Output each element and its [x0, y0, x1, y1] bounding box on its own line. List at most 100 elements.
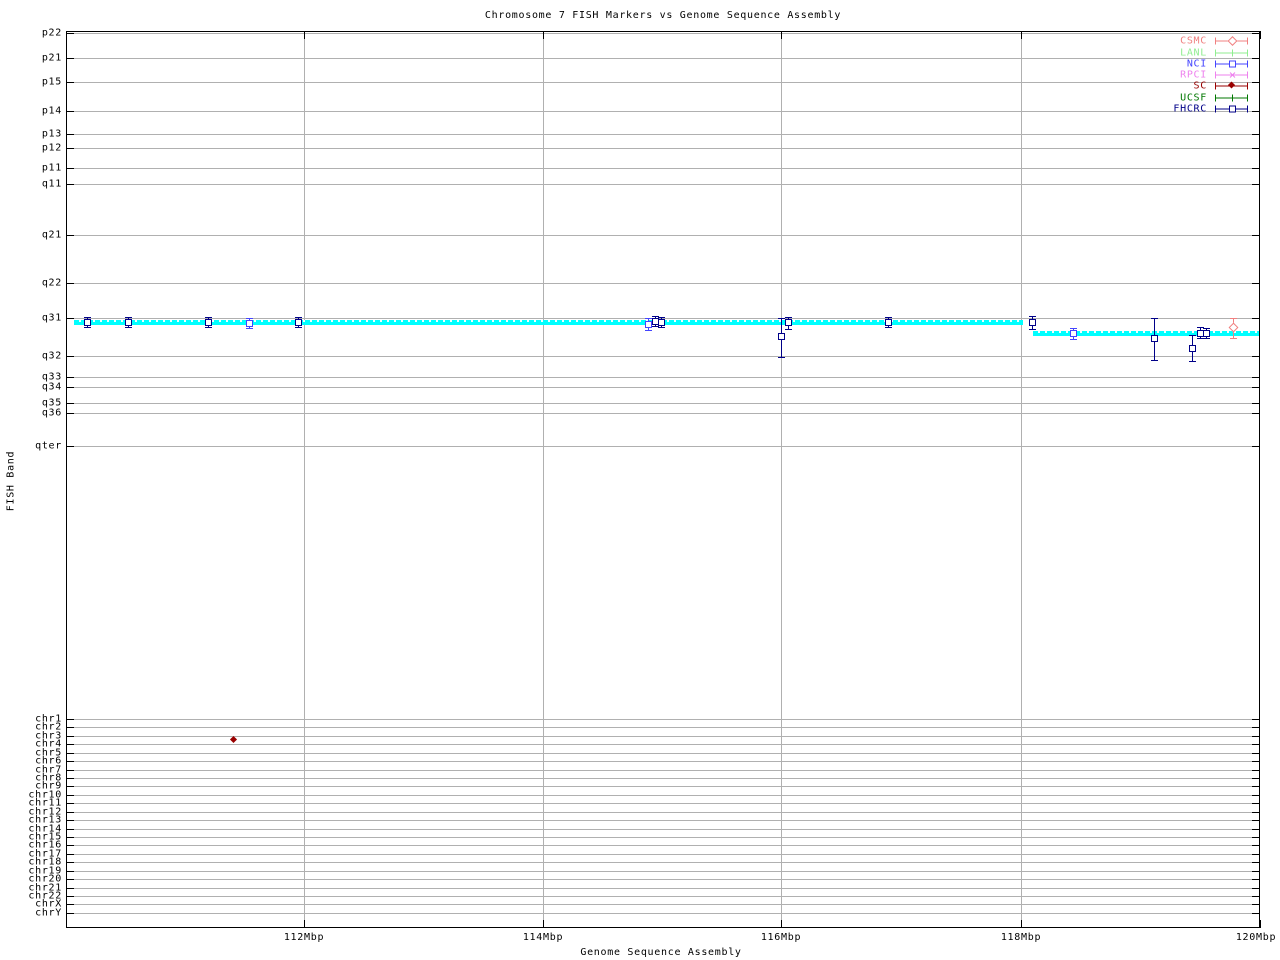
error-bar-cap: [1070, 339, 1077, 340]
x-tick-label: 114Mbp: [522, 932, 564, 943]
x-axis-title: Genome Sequence Assembly: [580, 947, 742, 958]
legend-sample-ucsf: [1215, 94, 1248, 103]
legend-sample-cap: [1215, 37, 1216, 45]
error-bar-cap: [885, 327, 892, 328]
fhcrc-marker-icon: [125, 319, 132, 326]
lanl-legend-marker-icon: [1229, 49, 1236, 57]
y-band-label: q32: [41, 350, 62, 362]
y-band-label: p13: [41, 128, 62, 140]
legend-sample-cap: [1247, 105, 1248, 113]
fhcrc-marker-icon: [205, 319, 212, 326]
legend-sample-cap: [1247, 49, 1248, 57]
legend-sample-cap: [1215, 94, 1216, 102]
legend-sample-cap: [1247, 82, 1248, 90]
nci-marker-icon: [645, 321, 652, 328]
legend-label-sc: SC: [1193, 80, 1207, 92]
error-bar-cap: [84, 327, 91, 328]
fhcrc-marker-icon: [658, 319, 665, 326]
error-bar-cap: [125, 317, 132, 318]
legend-sample-cap: [1215, 71, 1216, 79]
legend-sample-fhcrc: [1215, 105, 1248, 114]
legend-label-lanl: LANL: [1180, 47, 1207, 59]
error-bar-cap: [778, 357, 785, 358]
error-bar-cap: [1230, 338, 1237, 339]
error-bar-cap: [84, 317, 91, 318]
error-bar-cap: [785, 317, 792, 318]
fish-marker-chart: Chromosome 7 FISH Markers vs Genome Sequ…: [0, 0, 1280, 960]
error-bar-cap: [1189, 361, 1196, 362]
legend-sample-rpci: [1215, 71, 1248, 80]
error-bar-cap: [1151, 318, 1158, 319]
legend-sample-csmc: [1215, 36, 1248, 46]
fhcrc-marker-icon: [1189, 345, 1196, 352]
x-tick-label: 118Mbp: [1000, 932, 1042, 943]
x-tick-label: 120Mbp: [1235, 932, 1277, 943]
fhcrc-marker-icon: [1151, 335, 1158, 342]
error-bar-cap: [785, 329, 792, 330]
fhcrc-legend-marker-icon: [1229, 105, 1236, 113]
legend-label-rpci: RPCI: [1180, 69, 1207, 81]
error-bar-cap: [295, 317, 302, 318]
legend-sample-nci: [1215, 60, 1248, 69]
fhcrc-marker-icon: [84, 319, 91, 326]
legend-label-fhcrc: FHCRC: [1173, 103, 1207, 115]
y-band-label: q36: [41, 407, 62, 419]
error-bar-cap: [246, 318, 253, 319]
y-band-label: q11: [41, 178, 62, 190]
legend-label-nci: NCI: [1186, 58, 1207, 70]
legend-sample-sc: [1215, 81, 1248, 91]
fhcrc-marker-icon: [785, 319, 792, 326]
y-band-label: p11: [41, 162, 62, 174]
fhcrc-marker-icon: [885, 319, 892, 326]
error-bar-cap: [1230, 318, 1237, 319]
error-bar-cap: [125, 327, 132, 328]
legend-sample-cap: [1247, 71, 1248, 79]
legend-sample-cap: [1215, 60, 1216, 68]
plot-border: [66, 31, 1260, 928]
nci-marker-icon: [246, 320, 253, 327]
error-bar-cap: [778, 318, 785, 319]
sc-legend-marker-icon: [1227, 81, 1236, 89]
legend-sample-cap: [1215, 49, 1216, 57]
error-bar-cap: [1189, 335, 1196, 336]
fhcrc-marker-icon: [295, 319, 302, 326]
fhcrc-marker-icon: [1203, 330, 1210, 337]
x-tick-top: [1260, 31, 1261, 39]
legend-sample-cap: [1247, 94, 1248, 102]
error-bar-cap: [885, 317, 892, 318]
error-bar-cap: [1203, 328, 1210, 329]
error-bar-cap: [645, 318, 652, 319]
fhcrc-marker-icon: [778, 333, 785, 340]
y-band-label: q22: [41, 277, 62, 289]
error-bar-cap: [645, 330, 652, 331]
error-bar-cap: [205, 327, 212, 328]
legend-label-ucsf: UCSF: [1180, 92, 1207, 104]
y-band-label: q31: [41, 312, 62, 324]
chart-title: Chromosome 7 FISH Markers vs Genome Sequ…: [484, 10, 842, 21]
legend-label-csmc: CSMC: [1180, 35, 1207, 47]
ucsf-legend-marker-icon: [1229, 94, 1236, 102]
legend-sample-lanl: [1215, 49, 1248, 58]
y-band-label: p12: [41, 142, 62, 154]
error-bar-cap: [1151, 360, 1158, 361]
error-bar-cap: [246, 328, 253, 329]
x-tick-label: 116Mbp: [760, 932, 802, 943]
y-band-label: q21: [41, 229, 62, 241]
error-bar-cap: [658, 327, 665, 328]
x-tick-bottom: [1260, 920, 1261, 928]
x-tick-label: 112Mbp: [283, 932, 325, 943]
y-axis-title: FISH Band: [5, 450, 17, 512]
legend-sample-cap: [1247, 37, 1248, 45]
legend-sample-cap: [1247, 60, 1248, 68]
y-band-label: chrY: [35, 907, 62, 919]
y-band-label: q34: [41, 381, 62, 393]
error-bar-cap: [295, 327, 302, 328]
rpci-legend-marker-icon: [1228, 70, 1238, 80]
error-bar-cap: [1029, 329, 1036, 330]
fhcrc-marker-icon: [1029, 319, 1036, 326]
csmc-legend-marker-icon: [1227, 36, 1238, 46]
nci-marker-icon: [1070, 330, 1077, 337]
error-bar-cap: [1203, 338, 1210, 339]
nci-legend-marker-icon: [1229, 60, 1236, 68]
legend-sample-cap: [1215, 105, 1216, 113]
